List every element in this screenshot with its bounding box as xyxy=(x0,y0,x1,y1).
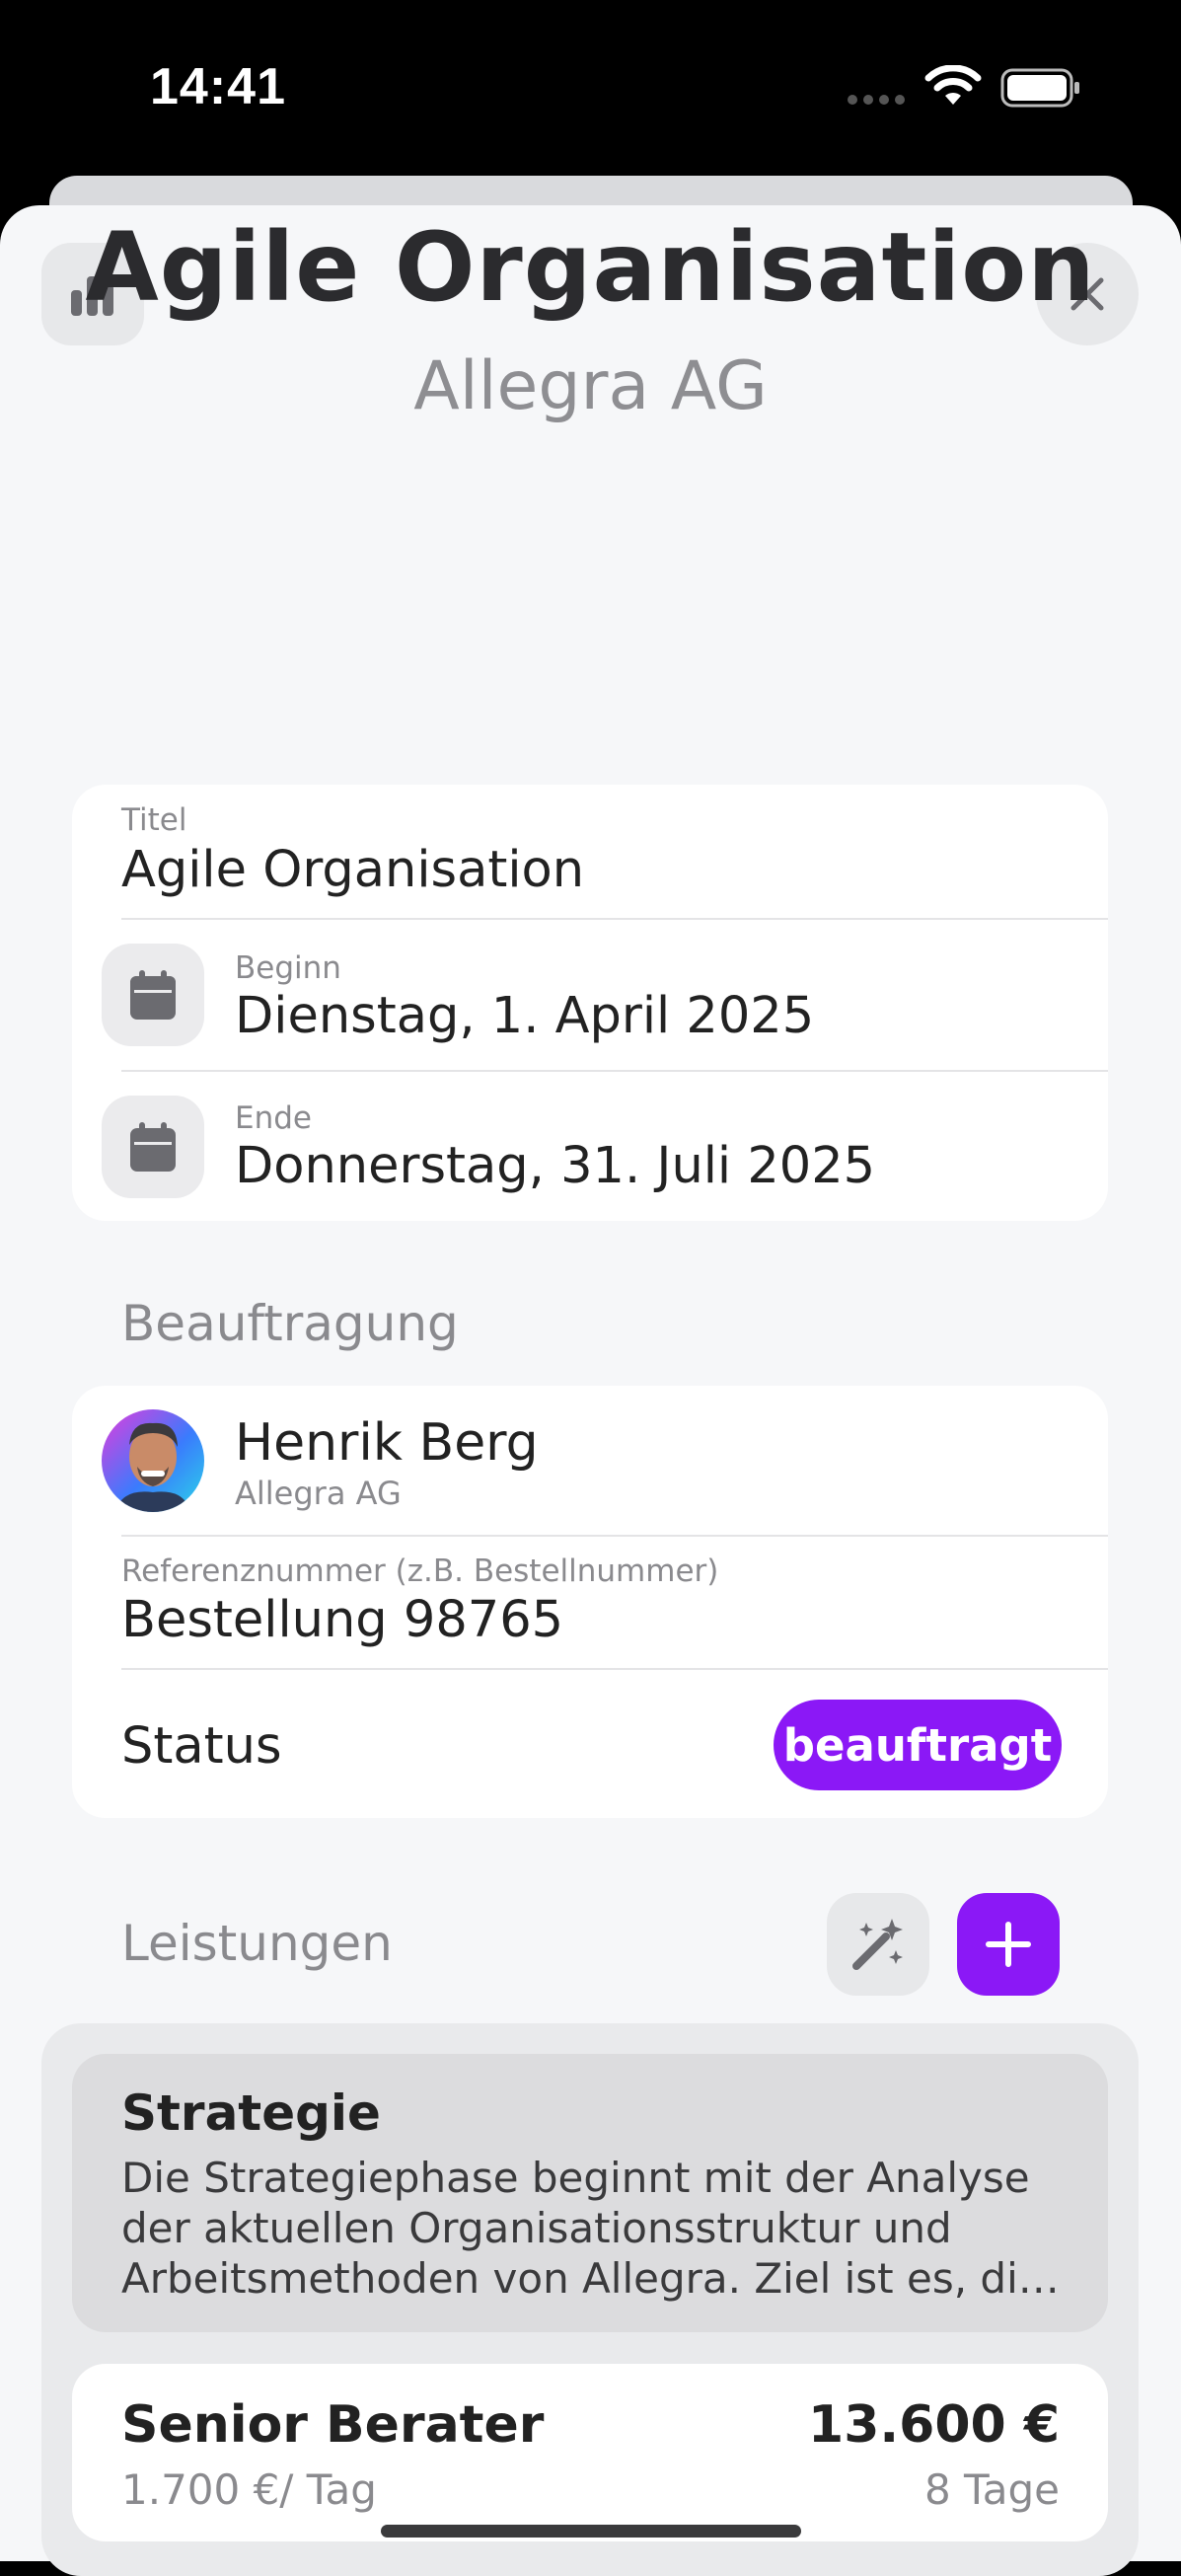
battery-icon xyxy=(1000,68,1079,108)
reference-label: Referenznummer (z.B. Bestellnummer) xyxy=(121,1553,719,1589)
service-description: Die Strategiephase beginnt mit der Analy… xyxy=(121,2154,1060,2303)
calendar-icon xyxy=(130,1122,176,1172)
status-bar: 14:41 xyxy=(0,0,1181,178)
person-name[interactable]: Henrik Berg xyxy=(235,1413,539,1473)
avatar[interactable] xyxy=(102,1409,204,1512)
add-service-button[interactable] xyxy=(957,1893,1060,1996)
assignment-section-label: Beauftragung xyxy=(121,1295,459,1352)
reference-field[interactable]: Bestellung 98765 xyxy=(121,1591,563,1649)
status-time: 14:41 xyxy=(150,58,286,115)
calendar-icon xyxy=(130,970,176,1020)
end-date-label: Ende xyxy=(235,1100,312,1136)
magic-wand-icon xyxy=(852,1919,903,1970)
title-field[interactable]: Agile Organisation xyxy=(121,841,584,899)
role-days: 8 Tage xyxy=(923,2465,1060,2514)
role-name: Senior Berater xyxy=(121,2395,545,2455)
divider xyxy=(121,1070,1108,1072)
cellular-signal-icon xyxy=(848,95,905,105)
services-section-label: Leistungen xyxy=(121,1915,393,1972)
end-date-field[interactable]: Donnerstag, 31. Juli 2025 xyxy=(235,1137,875,1195)
page-title: Agile Organisation xyxy=(85,212,1096,323)
title-label: Titel xyxy=(121,802,187,838)
end-date-calendar-button[interactable] xyxy=(102,1096,204,1198)
divider xyxy=(121,1535,1108,1537)
wifi-icon xyxy=(924,65,982,105)
plus-icon xyxy=(986,1922,1031,1967)
role-total: 13.600 € xyxy=(808,2395,1060,2455)
status-label: Status xyxy=(121,1717,282,1776)
page-subtitle: Allegra AG xyxy=(413,347,768,425)
divider xyxy=(121,1668,1108,1670)
start-date-label: Beginn xyxy=(235,950,341,986)
home-indicator[interactable] xyxy=(381,2525,801,2538)
start-date-field[interactable]: Dienstag, 1. April 2025 xyxy=(235,987,814,1045)
avatar-portrait xyxy=(115,1422,190,1512)
ai-generate-button[interactable] xyxy=(827,1893,929,1996)
role-rate: 1.700 €/ Tag xyxy=(121,2465,377,2514)
service-title: Strategie xyxy=(121,2084,381,2142)
divider xyxy=(121,918,1108,920)
start-date-calendar-button[interactable] xyxy=(102,944,204,1046)
status-badge[interactable]: beauftragt xyxy=(774,1700,1062,1790)
person-company: Allegra AG xyxy=(235,1475,402,1512)
